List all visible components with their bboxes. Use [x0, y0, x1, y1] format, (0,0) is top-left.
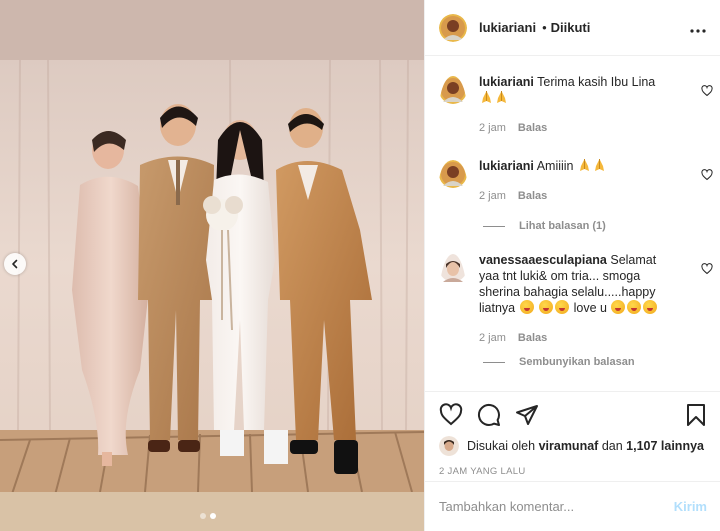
header-username[interactable]: lukiariani — [479, 20, 536, 35]
divider-line — [483, 225, 505, 227]
comment-button[interactable] — [477, 403, 501, 427]
comment-username[interactable]: vanessaaesculapiana — [479, 253, 607, 267]
carousel-indicator — [200, 513, 216, 519]
kissing-face-icon — [627, 300, 642, 314]
kissing-face-icon — [643, 300, 658, 314]
bookmark-icon — [687, 404, 705, 426]
comment-like-button[interactable] — [701, 84, 713, 102]
kissing-face-icon — [611, 300, 626, 314]
likes-joiner: dan — [601, 439, 623, 453]
comment-time: 2 jam — [479, 332, 506, 344]
comment-item: vanessaaesculapiana Selamat yaa tnt luki… — [439, 252, 713, 346]
comment-bubble-icon — [477, 403, 500, 426]
comment-time: 2 jam — [479, 122, 506, 134]
carousel-dot — [200, 513, 206, 519]
likes-summary: Disukai oleh viramunaf dan 1,107 lainnya — [439, 436, 707, 456]
comment-text: Terima kasih Ibu Lina — [537, 75, 656, 89]
heart-icon — [439, 403, 463, 426]
kissing-face-icon — [519, 300, 534, 314]
view-replies-label: Lihat balasan (1) — [519, 220, 606, 232]
post-comment-button[interactable]: Kirim — [674, 499, 707, 514]
comment-meta: 2 jam Balas — [479, 188, 679, 204]
reply-button[interactable]: Balas — [518, 188, 547, 204]
post-actions: Disukai oleh viramunaf dan 1,107 lainnya… — [425, 391, 720, 477]
likes-prefix: Disukai oleh — [467, 439, 536, 453]
folded-hands-icon — [482, 91, 491, 103]
comment-like-button[interactable] — [701, 168, 713, 186]
chevron-left-icon — [12, 259, 18, 269]
kissing-face-icon — [539, 300, 554, 314]
comment-text-love: love u — [573, 301, 607, 315]
kissing-face-icon — [555, 300, 570, 314]
divider-line — [483, 361, 505, 363]
comments-list: lukiariani Terima kasih Ibu Lina 2 jam B… — [439, 74, 713, 368]
reply-button[interactable]: Balas — [518, 330, 547, 346]
comment-username[interactable]: lukiariani — [479, 75, 534, 89]
wedding-photo-image — [0, 0, 424, 531]
add-comment-bar: Kirim — [425, 481, 720, 531]
post-timestamp: 2 JAM YANG LALU — [439, 466, 526, 477]
avatar[interactable] — [439, 76, 467, 146]
comment-input[interactable] — [439, 499, 674, 514]
comment-time: 2 jam — [479, 190, 506, 202]
more-horizontal-icon — [690, 29, 706, 33]
avatar[interactable] — [439, 436, 459, 456]
comment-item: lukiariani Amiiiin 2 jam Balas — [439, 158, 713, 206]
post-photo[interactable] — [0, 0, 424, 531]
avatar-image — [439, 76, 467, 104]
share-button[interactable] — [515, 403, 539, 427]
likes-count[interactable]: 1,107 lainnya — [626, 439, 704, 453]
view-replies-button[interactable]: Lihat balasan (1) — [483, 220, 713, 232]
comment-like-button[interactable] — [701, 262, 713, 280]
hide-replies-label: Sembunyikan balasan — [519, 356, 635, 368]
carousel-prev-button[interactable] — [4, 253, 26, 275]
hide-replies-button[interactable]: Sembunyikan balasan — [483, 356, 713, 368]
comment-meta: 2 jam Balas — [479, 120, 679, 136]
comment-text: Amiiiin — [536, 159, 574, 173]
folded-hands-icon — [497, 91, 506, 103]
heart-icon — [701, 263, 713, 275]
folded-hands-icon — [579, 159, 589, 171]
avatar[interactable] — [439, 254, 467, 346]
avatar-image — [439, 160, 467, 188]
post-side-panel: lukiariani • Diikuti lukiariani Terima k… — [424, 0, 720, 531]
action-icons — [439, 402, 707, 428]
paper-plane-icon — [516, 405, 538, 425]
heart-icon — [701, 85, 713, 97]
reply-button[interactable]: Balas — [518, 120, 547, 136]
like-button[interactable] — [439, 403, 463, 427]
header-separator: • — [542, 20, 547, 35]
comment-item: lukiariani Terima kasih Ibu Lina 2 jam B… — [439, 74, 713, 146]
save-button[interactable] — [685, 403, 707, 427]
avatar-image — [439, 13, 467, 42]
more-options-icon[interactable] — [690, 17, 706, 38]
avatar[interactable] — [439, 160, 467, 206]
likes-user[interactable]: viramunaf — [539, 439, 599, 453]
comment-username[interactable]: lukiariani — [479, 159, 534, 173]
avatar-image — [439, 436, 459, 456]
carousel-dot-active — [210, 513, 216, 519]
folded-hands-icon — [594, 159, 604, 171]
avatar[interactable] — [439, 13, 467, 42]
avatar-image — [439, 254, 467, 282]
comment-meta: 2 jam Balas — [479, 330, 679, 346]
post-header: lukiariani • Diikuti — [425, 0, 720, 56]
follow-status-button[interactable]: Diikuti — [551, 20, 591, 35]
heart-icon — [701, 169, 713, 181]
